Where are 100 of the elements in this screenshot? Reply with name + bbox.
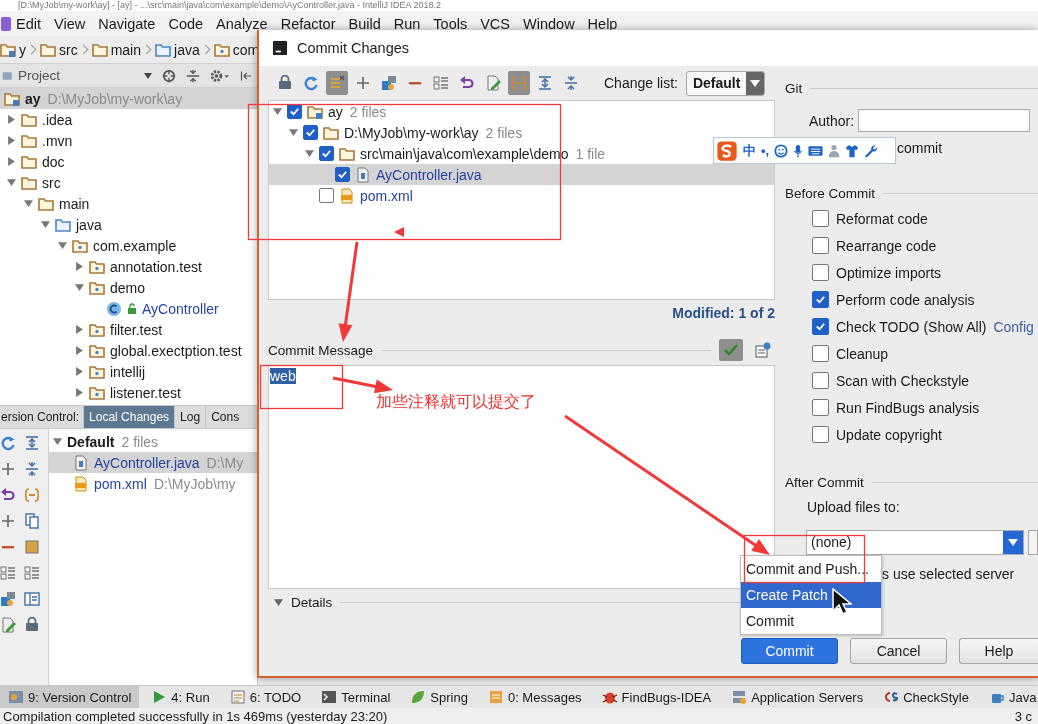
expand-arrow-icon[interactable] <box>41 220 50 229</box>
keyboard-icon[interactable] <box>808 144 824 157</box>
breadcrumb-item[interactable]: java <box>155 41 200 58</box>
checkbox[interactable] <box>812 210 829 227</box>
tool-window-button[interactable]: FindBugs-IDEA <box>593 686 720 708</box>
menu-item[interactable]: View <box>54 15 86 32</box>
author-field[interactable] <box>858 109 1031 132</box>
expand-arrow-icon[interactable] <box>7 136 16 145</box>
undo-icon[interactable] <box>0 487 16 503</box>
checkbox[interactable] <box>812 318 829 335</box>
tree-item[interactable]: ay 2 files <box>269 101 387 122</box>
tool-window-button[interactable]: 6: TODO <box>221 686 310 708</box>
expand-arrow-icon[interactable] <box>7 157 16 166</box>
checkbox[interactable] <box>319 146 334 161</box>
spellcheck-button[interactable] <box>719 339 743 361</box>
checkbox[interactable] <box>303 125 318 140</box>
checkbox[interactable] <box>812 345 829 362</box>
tree-item[interactable]: demo <box>0 277 257 298</box>
server-dropdown[interactable]: (none) <box>806 530 1024 555</box>
tree-item[interactable]: AyController <box>0 298 257 319</box>
expand-arrow-icon[interactable] <box>7 178 16 187</box>
panel-tab[interactable]: Cons <box>205 406 245 428</box>
plus-icon[interactable] <box>0 461 16 477</box>
menu-item[interactable]: Window <box>523 15 575 32</box>
shirt-icon[interactable] <box>845 143 860 158</box>
menu-item[interactable]: Edit <box>16 15 41 32</box>
tool-window-button[interactable]: Application Servers <box>723 686 872 708</box>
braces-icon[interactable] <box>24 487 40 503</box>
checkbox[interactable] <box>812 372 829 389</box>
tree-item[interactable]: java <box>0 214 257 235</box>
tree-item[interactable]: annotation.test <box>0 256 257 277</box>
menu-item[interactable]: Tools <box>433 15 468 32</box>
expand-arrow-icon[interactable] <box>289 128 298 137</box>
tree-item[interactable]: doc <box>0 151 257 172</box>
tree-item[interactable]: listener.test <box>0 382 257 403</box>
panel-tab[interactable]: Log <box>174 406 206 428</box>
tree-item[interactable]: global.exectption.test <box>0 340 257 361</box>
expand-arrow-icon[interactable] <box>75 367 84 376</box>
square-icon[interactable] <box>24 539 40 555</box>
expand-arrow-icon[interactable] <box>53 437 62 446</box>
smiley-icon[interactable] <box>774 143 789 158</box>
tool-window-button[interactable]: 0: Messages <box>479 686 590 708</box>
plus-icon[interactable] <box>0 513 16 529</box>
tool-window-button[interactable]: Terminal <box>313 686 399 708</box>
checkbox[interactable] <box>335 167 350 182</box>
breadcrumb-item[interactable]: y <box>0 41 26 58</box>
tree-item[interactable]: AyController.java D:\My <box>49 452 257 473</box>
breadcrumb-item[interactable]: src <box>40 41 78 58</box>
checkbox[interactable] <box>812 291 829 308</box>
panel-icon[interactable] <box>24 591 40 607</box>
menu-item[interactable]: Refactor <box>280 15 336 32</box>
checkbox[interactable] <box>812 399 829 416</box>
tool-window-button[interactable]: 9: Version Control <box>0 686 140 708</box>
tree-item[interactable]: .idea <box>0 109 257 130</box>
microphone-icon[interactable] <box>793 143 804 158</box>
checkbox[interactable] <box>812 237 829 254</box>
menu-item[interactable]: VCS <box>480 15 511 32</box>
menu-item[interactable]: Commit <box>741 608 881 634</box>
tool-window-button[interactable]: CheckStyle <box>875 686 977 708</box>
checkbox[interactable] <box>319 188 334 203</box>
collapse-all-icon[interactable] <box>186 68 200 83</box>
expand-arrow-icon[interactable] <box>58 241 67 250</box>
tree-item[interactable]: filter.test <box>0 319 257 340</box>
tree-item[interactable]: main <box>0 193 257 214</box>
expand-all-icon[interactable] <box>24 435 40 451</box>
tree-item[interactable]: .mvn <box>0 130 257 151</box>
configure-link[interactable]: Config <box>993 318 1034 335</box>
settings-icon[interactable] <box>210 68 230 83</box>
tool-window-button[interactable]: Java <box>980 686 1038 708</box>
menu-item[interactable]: Code <box>168 15 204 32</box>
expand-arrow-icon[interactable] <box>305 149 314 158</box>
tree-item[interactable]: ay D:\MyJob\my-work\ay <box>0 88 257 109</box>
tree-item[interactable]: pom.xml <box>269 185 413 206</box>
tree-item[interactable]: src <box>0 172 257 193</box>
tool-window-button[interactable]: 4: Run <box>143 686 218 708</box>
target-icon[interactable] <box>162 68 176 83</box>
move-icon[interactable] <box>0 591 16 607</box>
expand-arrow-icon[interactable] <box>75 388 84 397</box>
user-icon[interactable] <box>828 143 841 158</box>
expand-arrow-icon[interactable] <box>75 346 84 355</box>
checkbox[interactable] <box>812 426 829 443</box>
refresh-icon[interactable] <box>0 435 16 451</box>
edit-icon[interactable] <box>0 617 16 633</box>
expand-arrow-icon[interactable] <box>75 283 84 292</box>
menu-item[interactable]: Navigate <box>98 15 156 32</box>
menu-item[interactable]: Build <box>348 15 381 32</box>
expand-arrow-icon[interactable] <box>24 199 33 208</box>
checkbox[interactable] <box>812 264 829 281</box>
details-toggle[interactable]: Details <box>274 594 333 610</box>
input-mode-label[interactable]: •, <box>761 143 770 158</box>
menu-item[interactable]: Help <box>587 15 618 32</box>
tree-item[interactable]: D:\MyJob\my-work\ay 2 files <box>269 122 523 143</box>
menu-item[interactable]: Run <box>393 15 421 32</box>
expand-arrow-icon[interactable] <box>75 325 84 334</box>
menu-item[interactable]: Analyze <box>216 15 268 32</box>
tree-item[interactable]: com.example <box>0 235 257 256</box>
tool-window-button[interactable]: Spring <box>402 686 476 708</box>
dialog-button[interactable]: Help <box>959 638 1038 664</box>
tree-item[interactable]: intellij <box>0 361 257 382</box>
change-list-dropdown[interactable]: Default <box>685 70 766 96</box>
